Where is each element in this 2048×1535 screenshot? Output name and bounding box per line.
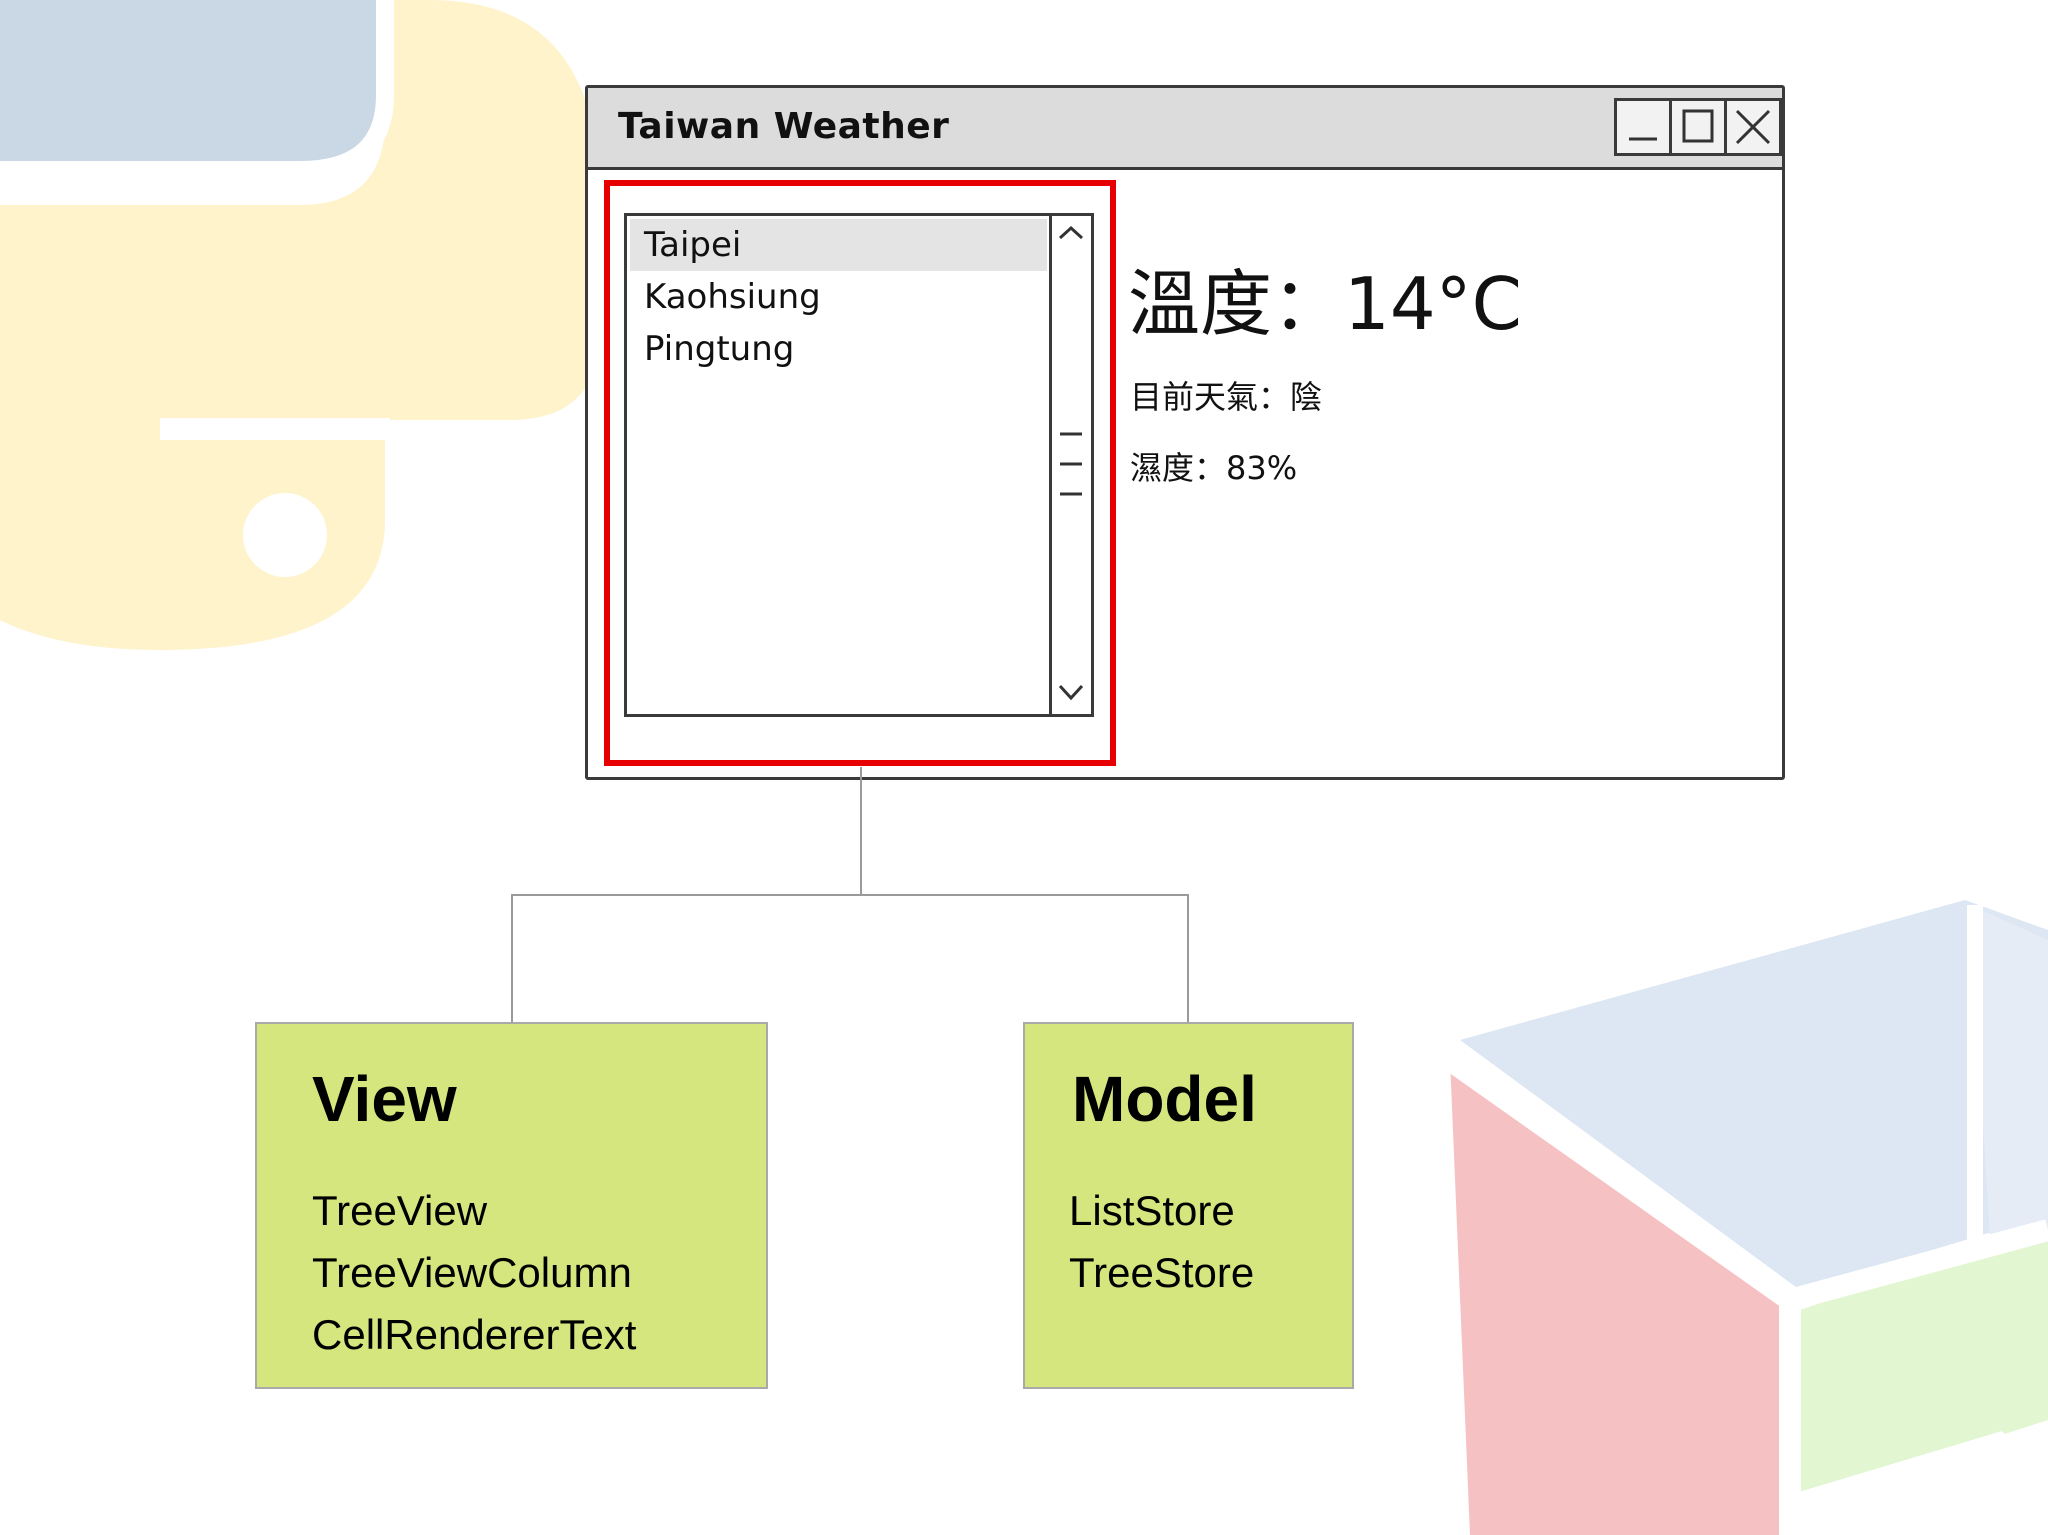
python-logo-icon [0,0,600,650]
model-item: ListStore [1069,1187,1235,1234]
view-item: TreeViewColumn [312,1249,632,1296]
view-item: TreeView [312,1187,488,1234]
window-titlebar: Taiwan Weather [588,88,1782,170]
model-box-title: Model [1072,1063,1257,1135]
cube-logo-icon [1443,900,2048,1535]
temperature-label: 溫度： [1128,262,1345,346]
connector-line [511,894,513,1024]
scrollbar-graphics [1058,225,1084,701]
humidity-text: 濕度：83% [1130,449,1298,487]
close-icon [1735,109,1771,145]
temperature-readout: 溫度：14°C [1128,245,1522,350]
minimize-button[interactable] [1614,98,1672,156]
list-item[interactable]: Pingtung [630,323,1047,375]
list-item[interactable]: Taipei [630,219,1047,271]
view-box-title: View [312,1063,457,1135]
window-title: Taiwan Weather [618,106,950,147]
chevron-up-icon [1058,225,1084,240]
view-item: CellRendererText [312,1311,637,1358]
list-scrollbar[interactable] [1049,216,1091,714]
maximize-icon [1682,109,1714,143]
connector-line [511,894,1189,896]
maximize-button[interactable] [1669,98,1727,156]
temperature-value: 14°C [1344,262,1522,346]
close-button[interactable] [1724,98,1782,156]
view-box: View TreeView TreeViewColumn CellRendere… [255,1022,768,1389]
chevron-down-icon [1058,684,1084,701]
minimize-icon [1629,137,1657,141]
model-box: Model ListStore TreeStore [1023,1022,1354,1389]
model-item: TreeStore [1069,1249,1255,1296]
list-item[interactable]: Kaohsiung [630,271,1047,323]
weather-text: 目前天氣：陰 [1130,378,1323,416]
connector-line [1187,894,1189,1024]
connector-line [860,767,862,896]
city-list[interactable]: Taipei Kaohsiung Pingtung [624,213,1094,717]
